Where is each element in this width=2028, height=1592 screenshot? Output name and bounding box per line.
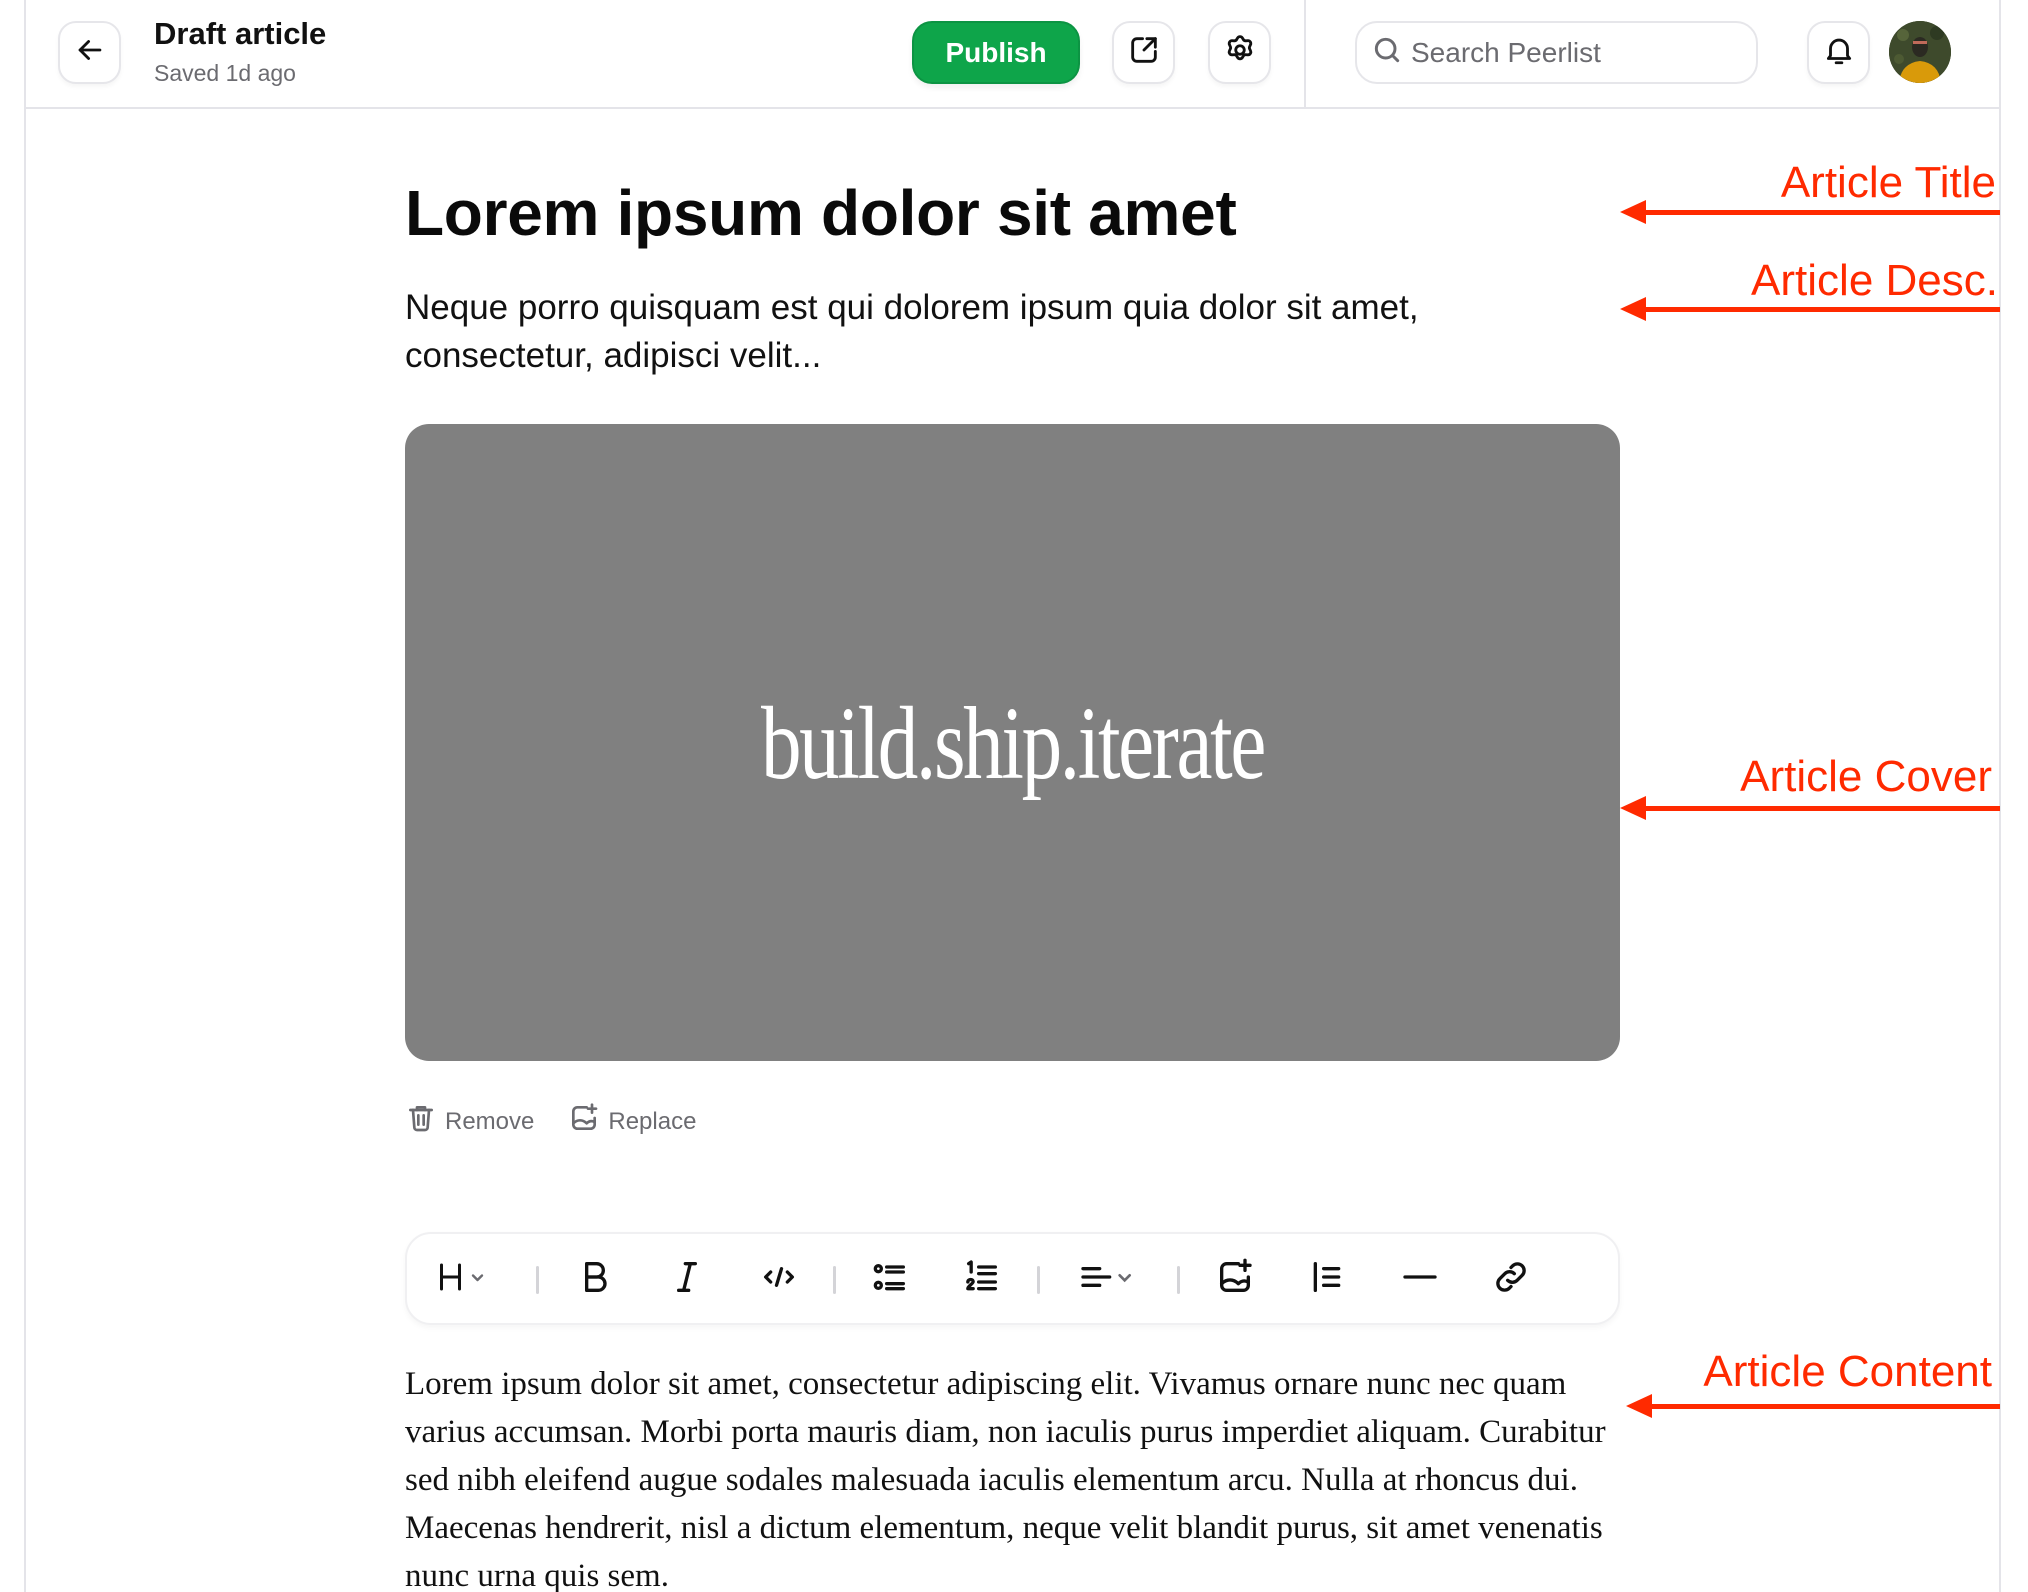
align-icon: [1078, 1257, 1138, 1302]
avatar-image: [1889, 21, 1951, 83]
horizontal-rule-icon: [1400, 1257, 1440, 1302]
remove-cover-button[interactable]: Remove: [405, 1102, 534, 1141]
toolbar-separator: [833, 1266, 836, 1294]
toolbar-image-button[interactable]: [1212, 1256, 1258, 1302]
annotation-arrow-content: [1626, 1394, 2000, 1418]
toolbar-link-button[interactable]: [1488, 1256, 1534, 1302]
external-link-icon: [1127, 33, 1161, 72]
arrow-left-icon: [73, 33, 107, 72]
link-icon: [1491, 1257, 1531, 1302]
page-border-left: [24, 0, 26, 1592]
toolbar-code-button[interactable]: [756, 1256, 802, 1302]
replace-cover-label: Replace: [608, 1107, 697, 1135]
document-title: Draft article: [154, 16, 327, 51]
bold-icon: [575, 1257, 615, 1302]
annotation-label-cover: Article Cover: [1740, 752, 1992, 801]
settings-button[interactable]: [1208, 21, 1271, 84]
toolbar-bold-button[interactable]: [572, 1256, 618, 1302]
bullet-list-icon: [870, 1257, 910, 1302]
italic-icon: [667, 1257, 707, 1302]
remove-cover-label: Remove: [445, 1107, 535, 1135]
toolbar-separator: [536, 1266, 539, 1294]
toolbar-italic-button[interactable]: [664, 1256, 710, 1302]
annotation-arrow-title: [1620, 200, 2000, 224]
toolbar-bullet-list-button[interactable]: [867, 1256, 913, 1302]
cover-image-text: build.ship.iterate: [760, 686, 1266, 801]
toolbar-separator: [1037, 1266, 1040, 1294]
bell-icon: [1822, 33, 1856, 72]
annotation-label-content: Article Content: [1703, 1347, 1992, 1396]
add-image-icon: [568, 1102, 600, 1141]
code-icon: [759, 1257, 799, 1302]
blockquote-icon: [1307, 1257, 1347, 1302]
article-description-input[interactable]: Neque porro quisquam est qui dolorem ips…: [405, 284, 1565, 380]
article-cover-image[interactable]: build.ship.iterate: [405, 424, 1620, 1061]
toolbar-divider-button[interactable]: [1397, 1256, 1443, 1302]
numbered-list-icon: [962, 1257, 1002, 1302]
search-input[interactable]: [1411, 36, 1741, 69]
publish-button[interactable]: Publish: [912, 21, 1080, 84]
replace-cover-button[interactable]: Replace: [568, 1102, 696, 1141]
header-vertical-divider: [1304, 0, 1306, 108]
article-content-editor[interactable]: Lorem ipsum dolor sit amet, consectetur …: [405, 1360, 1635, 1592]
toolbar-numbered-list-button[interactable]: [959, 1256, 1005, 1302]
toolbar-separator: [1177, 1266, 1180, 1294]
cover-actions: Remove Replace: [405, 1102, 696, 1141]
back-button[interactable]: [58, 21, 121, 84]
annotation-arrow-description: [1620, 297, 2000, 321]
gear-icon: [1223, 33, 1257, 72]
search-icon: [1371, 34, 1403, 71]
formatting-toolbar: [405, 1232, 1620, 1325]
annotation-arrow-cover: [1620, 796, 2000, 820]
add-image-icon: [1215, 1257, 1255, 1302]
toolbar-heading-button[interactable]: [437, 1256, 497, 1302]
share-button[interactable]: [1112, 21, 1175, 84]
notifications-button[interactable]: [1807, 21, 1870, 84]
heading-icon: [437, 1257, 497, 1302]
toolbar-blockquote-button[interactable]: [1304, 1256, 1350, 1302]
trash-icon: [405, 1102, 437, 1141]
toolbar-align-button[interactable]: [1075, 1256, 1141, 1302]
save-status: Saved 1d ago: [154, 60, 296, 86]
header-divider-line: [26, 107, 1999, 109]
user-avatar[interactable]: [1889, 21, 1951, 83]
search-field[interactable]: [1355, 21, 1758, 84]
article-title-input[interactable]: Lorem ipsum dolor sit amet: [405, 176, 1237, 250]
